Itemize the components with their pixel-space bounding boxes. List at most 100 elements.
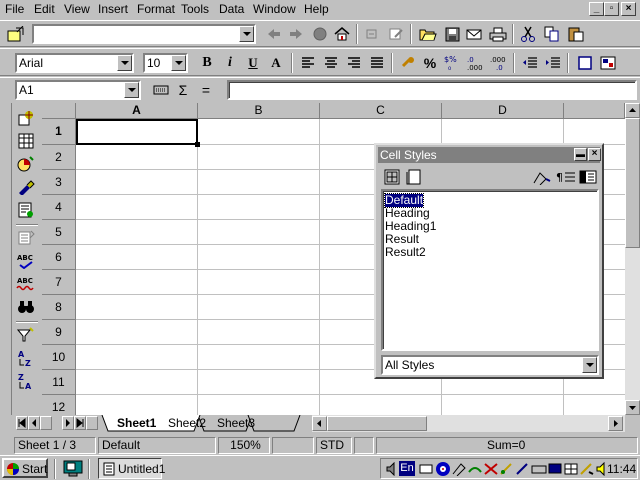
name-box[interactable]: A1 [15, 80, 141, 100]
underline-button[interactable]: U [243, 53, 263, 73]
status-zoom[interactable]: 150% [218, 437, 270, 454]
task-untitled1[interactable]: Untitled1 [98, 458, 165, 479]
style-filter-combobox[interactable]: All Styles [381, 355, 599, 375]
row-header[interactable]: 7 [42, 270, 76, 295]
save-disk-icon[interactable] [442, 24, 462, 44]
edit-file-icon[interactable] [6, 24, 26, 44]
font-size-combobox[interactable]: 10 [143, 53, 188, 73]
sheet-tab-sheet1[interactable]: Sheet1 [117, 416, 156, 430]
row-header[interactable]: 8 [42, 295, 76, 320]
insert-object-icon[interactable] [16, 154, 36, 174]
menu-help[interactable]: Help [304, 2, 329, 16]
menu-view[interactable]: View [64, 2, 90, 16]
autofilter-icon[interactable] [16, 325, 36, 345]
draw-functions-icon[interactable] [16, 177, 36, 197]
vertical-scrollbar[interactable] [625, 103, 640, 415]
borders-icon[interactable] [575, 53, 595, 73]
scroll-left-button[interactable] [312, 416, 327, 431]
back-arrow-icon[interactable] [264, 24, 284, 44]
sum-button[interactable]: Σ [173, 80, 193, 100]
toolbar-handle[interactable] [4, 103, 12, 415]
row-header[interactable]: 2 [42, 145, 76, 170]
language-indicator[interactable]: En [399, 461, 415, 476]
prev-sheet-button[interactable] [28, 416, 40, 430]
row-header[interactable]: 4 [42, 195, 76, 220]
status-page-style[interactable]: Default [98, 437, 216, 454]
active-cell-a1[interactable] [76, 119, 198, 145]
page-styles-icon[interactable] [404, 167, 424, 187]
italic-button[interactable]: i [220, 53, 240, 73]
font-name-combobox[interactable]: Arial [15, 53, 134, 73]
standard-format-icon[interactable]: $% ₀ [443, 53, 463, 73]
menu-window[interactable]: Window [253, 2, 296, 16]
autospellcheck-icon[interactable]: ABC [16, 274, 36, 294]
menu-data[interactable]: Data [219, 2, 244, 16]
align-left-icon[interactable] [298, 53, 318, 73]
function-wizard-icon[interactable] [151, 80, 171, 100]
fill-format-icon[interactable] [532, 167, 552, 187]
menu-format[interactable]: Format [137, 2, 175, 16]
first-sheet-button[interactable] [16, 416, 28, 430]
function-button[interactable]: = [196, 80, 216, 100]
url-combobox[interactable] [32, 24, 256, 44]
chevron-down-icon[interactable] [117, 55, 132, 71]
last-sheet-button[interactable] [74, 416, 86, 430]
horizontal-scrollbar[interactable] [312, 415, 625, 432]
print-icon[interactable] [488, 24, 508, 44]
sort-descending-icon[interactable]: ZA [16, 371, 36, 391]
form-functions-icon[interactable] [16, 200, 36, 220]
edit-document-icon[interactable] [386, 24, 406, 44]
find-binoculars-icon[interactable] [16, 297, 36, 317]
hide-sheet-icon[interactable] [40, 416, 52, 430]
home-icon[interactable] [332, 24, 352, 44]
scroll-right-button[interactable] [608, 416, 623, 431]
font-color-button[interactable]: A [266, 53, 286, 73]
stop-icon[interactable] [310, 24, 330, 44]
cut-icon[interactable] [518, 24, 538, 44]
row-header[interactable]: 12 [42, 395, 76, 415]
currency-format-icon[interactable] [398, 53, 418, 73]
scroll-up-button[interactable] [625, 103, 640, 118]
justify-icon[interactable] [367, 53, 387, 73]
column-header-a[interactable]: A [76, 103, 198, 119]
menu-tools[interactable]: Tools [181, 2, 209, 16]
chevron-down-icon[interactable] [239, 26, 254, 42]
row-header[interactable]: 5 [42, 220, 76, 245]
horizontal-scroll-thumb[interactable] [327, 416, 427, 431]
select-all-corner[interactable] [42, 103, 76, 119]
show-desktop-icon[interactable] [63, 458, 83, 478]
dialog-minimize-button[interactable]: ▬ [574, 148, 587, 161]
row-header[interactable]: 10 [42, 345, 76, 370]
chevron-down-icon[interactable] [171, 55, 186, 71]
align-center-icon[interactable] [321, 53, 341, 73]
bold-button[interactable]: B [197, 53, 217, 73]
sheet-tab-sheet3[interactable]: Sheet3 [217, 416, 255, 430]
scroll-down-button[interactable] [625, 400, 640, 415]
edit-autoformat-icon[interactable] [16, 228, 36, 248]
update-style-icon[interactable] [578, 167, 598, 187]
fill-handle[interactable] [195, 142, 200, 147]
dialog-title-bar[interactable]: Cell Styles ▬ × [378, 147, 601, 163]
menu-edit[interactable]: Edit [34, 2, 55, 16]
increase-indent-icon[interactable] [543, 53, 563, 73]
sheet-tab-sheet2[interactable]: Sheet2 [168, 416, 206, 430]
column-header-e[interactable] [564, 103, 625, 119]
insert-cells-icon[interactable] [16, 131, 36, 151]
dialog-close-button[interactable]: × [588, 148, 601, 161]
column-header-c[interactable]: C [320, 103, 442, 119]
restore-button[interactable]: ▫ [604, 2, 619, 16]
chevron-down-icon[interactable] [582, 357, 597, 373]
percent-format-button[interactable]: % [420, 53, 440, 73]
email-icon[interactable] [464, 24, 484, 44]
cell-styles-icon[interactable] [382, 167, 402, 187]
paste-icon[interactable] [566, 24, 586, 44]
row-header[interactable]: 9 [42, 320, 76, 345]
column-header-b[interactable]: B [198, 103, 320, 119]
chevron-down-icon[interactable] [124, 82, 139, 98]
start-button[interactable]: Start [2, 458, 48, 478]
delete-decimal-icon[interactable]: .000.0 [489, 53, 509, 73]
align-right-icon[interactable] [344, 53, 364, 73]
forward-arrow-icon[interactable] [286, 24, 306, 44]
new-style-icon[interactable]: ¶ [556, 167, 576, 187]
row-header[interactable]: 11 [42, 370, 76, 395]
